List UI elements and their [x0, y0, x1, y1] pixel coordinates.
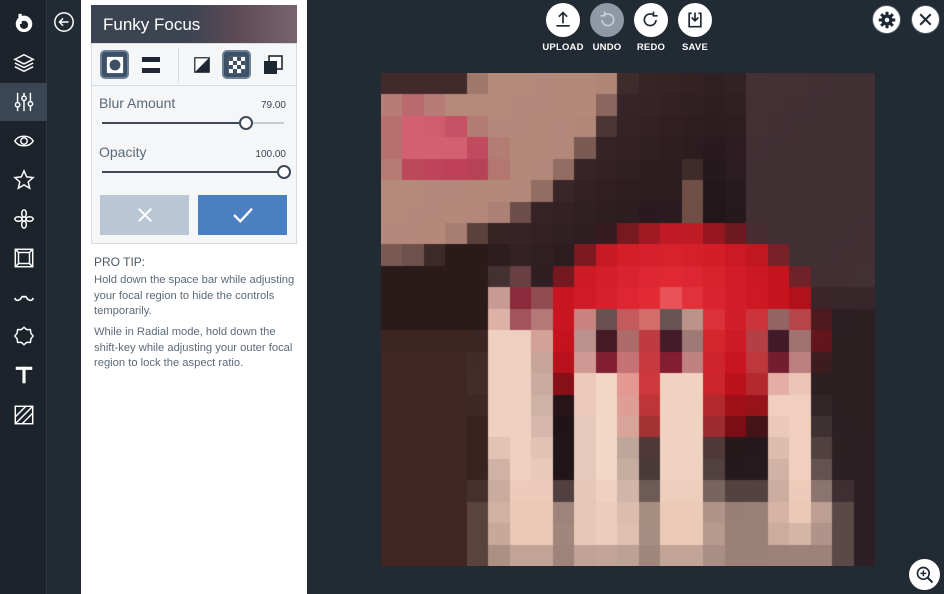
zoom-button[interactable]: [909, 559, 940, 590]
undo-label: UNDO: [592, 42, 622, 53]
opacity-label: Opacity: [99, 144, 147, 160]
close-icon: [919, 13, 932, 26]
tool-rail: [0, 0, 47, 594]
panel-title: Funky Focus: [103, 15, 201, 34]
upload-icon: [556, 11, 570, 27]
adjustments-icon[interactable]: [0, 83, 47, 121]
upload-label: UPLOAD: [542, 42, 584, 53]
save-icon: [688, 12, 702, 28]
panel-header: Funky Focus: [91, 5, 297, 43]
image-canvas[interactable]: [381, 73, 875, 566]
gear-icon: [878, 11, 895, 28]
opacity-fill: [102, 171, 284, 173]
blur-amount-slider[interactable]: [102, 116, 284, 130]
opacity-slider[interactable]: [102, 165, 291, 179]
photo-editor: Funky Focus Blur Amount 79.00 Opacity 10…: [0, 0, 944, 594]
mode-selector: [92, 44, 296, 86]
blur-amount-label: Blur Amount: [99, 95, 176, 111]
panel-controls: Blur Amount 79.00 Opacity 100.00: [91, 43, 297, 244]
save-button[interactable]: SAVE: [671, 3, 719, 53]
effect-panel: Funky Focus Blur Amount 79.00 Opacity 10…: [81, 0, 307, 594]
pro-tip-title: PRO TIP:: [94, 255, 146, 269]
layers-icon[interactable]: [0, 44, 47, 82]
blur-amount-handle[interactable]: [238, 116, 253, 130]
linear-mode-button[interactable]: [136, 50, 165, 79]
back-button[interactable]: [53, 11, 75, 33]
redo-button[interactable]: REDO: [627, 3, 675, 53]
logo-icon[interactable]: [0, 3, 47, 43]
text-icon[interactable]: [0, 356, 47, 394]
invert-button[interactable]: [258, 50, 287, 79]
mode-divider: [178, 48, 179, 82]
settings-button[interactable]: [872, 5, 901, 34]
checkmark-icon: [232, 207, 253, 223]
sticker-icon[interactable]: [0, 317, 47, 355]
radial-mode-icon: [106, 56, 123, 73]
panel-strip: [47, 0, 81, 594]
zoom-in-icon: [916, 566, 933, 583]
mustache-icon[interactable]: [0, 278, 47, 316]
radial-mode-button[interactable]: [100, 50, 129, 79]
blur-amount-fill: [102, 122, 246, 124]
undo-icon: [600, 11, 615, 27]
redo-icon: [643, 11, 658, 27]
pro-tip-text-2: While in Radial mode, hold down the shif…: [94, 326, 293, 369]
back-arrow-icon: [54, 12, 74, 32]
blur-style-icon: [193, 56, 210, 73]
close-icon: [137, 207, 152, 223]
pro-tip-text-1: Hold down the space bar while adjusting …: [94, 274, 295, 317]
blur-amount-value: 79.00: [260, 100, 286, 111]
redo-label: REDO: [636, 42, 666, 53]
texture-icon[interactable]: [0, 396, 47, 434]
cancel-button[interactable]: [100, 195, 189, 235]
pixelated-photo-raster: [381, 73, 875, 566]
opacity-value: 100.00: [255, 149, 286, 160]
save-label: SAVE: [682, 42, 708, 53]
eye-icon[interactable]: [0, 122, 47, 160]
pixel-style-icon: [228, 56, 245, 73]
undo-button[interactable]: UNDO: [583, 3, 631, 53]
opacity-handle[interactable]: [277, 165, 291, 179]
frame-icon[interactable]: [0, 239, 47, 277]
blur-style-button[interactable]: [187, 50, 216, 79]
invert-icon: [263, 54, 283, 74]
apply-button[interactable]: [198, 195, 287, 235]
upload-button[interactable]: UPLOAD: [539, 3, 587, 53]
close-editor-button[interactable]: [911, 5, 940, 34]
pixel-style-button[interactable]: [222, 50, 251, 79]
linear-mode-icon: [141, 56, 160, 73]
flower-icon[interactable]: [0, 200, 47, 238]
star-icon[interactable]: [0, 161, 47, 199]
